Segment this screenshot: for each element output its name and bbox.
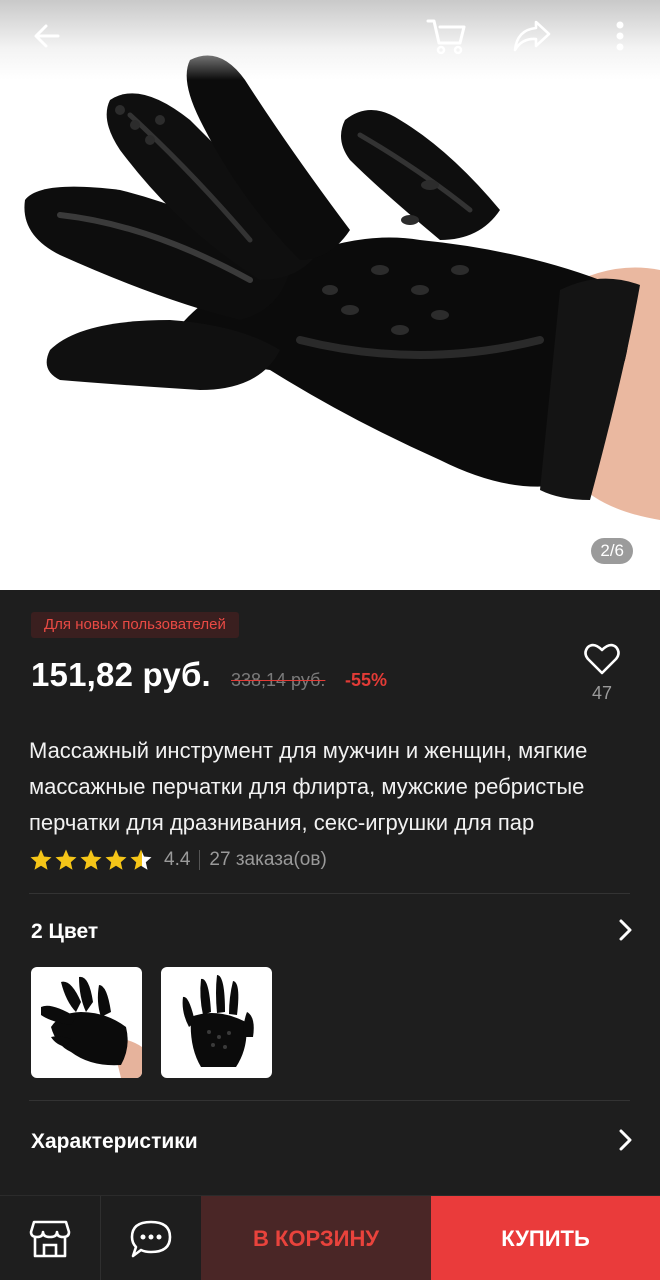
- top-toolbar: [0, 0, 660, 80]
- star-icon: [105, 849, 127, 870]
- old-price: 338,14 руб.: [231, 670, 326, 690]
- divider: [29, 1100, 630, 1101]
- image-counter: 2/6: [591, 538, 633, 564]
- current-price: 151,82 руб.: [31, 656, 211, 693]
- star-icon: [80, 849, 102, 870]
- chevron-right-icon[interactable]: [613, 918, 637, 942]
- product-info: Для новых пользователей 151,82 руб. 338,…: [0, 590, 660, 1182]
- product-gallery[interactable]: 2/6: [0, 0, 660, 590]
- bottom-action-bar: В КОРЗИНУ КУПИТЬ: [0, 1195, 660, 1280]
- store-button[interactable]: [0, 1196, 100, 1280]
- divider: [29, 893, 630, 894]
- product-title: Массажный инструмент для мужчин и женщин…: [29, 738, 588, 835]
- cart-icon[interactable]: [424, 14, 468, 58]
- orders-count: 27 заказа(ов): [209, 849, 327, 870]
- chat-icon: [130, 1220, 172, 1257]
- star-icon: [30, 849, 52, 870]
- rating-value: 4.4: [164, 849, 191, 870]
- chat-button[interactable]: [101, 1196, 201, 1280]
- promo-badge: Для новых пользователей: [31, 612, 239, 638]
- wishlist-button[interactable]: 47: [577, 642, 627, 712]
- share-icon[interactable]: [510, 14, 554, 58]
- color-option-thumbnail[interactable]: [31, 967, 142, 1078]
- rating-divider: [199, 850, 201, 870]
- half-star-icon: [130, 849, 152, 870]
- back-arrow-icon[interactable]: [25, 14, 69, 58]
- product-image[interactable]: [0, 40, 660, 540]
- wishlist-count: 47: [591, 683, 613, 703]
- chevron-right-icon[interactable]: [613, 1128, 637, 1152]
- star-icon: [55, 849, 77, 870]
- heart-icon: [584, 643, 620, 675]
- rating-row[interactable]: 4.4 27 заказа(ов): [29, 846, 327, 874]
- color-option-thumbnail[interactable]: [161, 967, 272, 1078]
- buy-now-button[interactable]: КУПИТЬ: [431, 1196, 660, 1280]
- more-icon[interactable]: [598, 14, 642, 58]
- store-icon: [29, 1220, 71, 1257]
- color-section-title[interactable]: 2 Цвет: [31, 920, 98, 944]
- specs-section-title[interactable]: Характеристики: [31, 1130, 198, 1154]
- discount-badge: -55%: [345, 670, 388, 690]
- add-to-cart-button[interactable]: В КОРЗИНУ: [201, 1196, 431, 1280]
